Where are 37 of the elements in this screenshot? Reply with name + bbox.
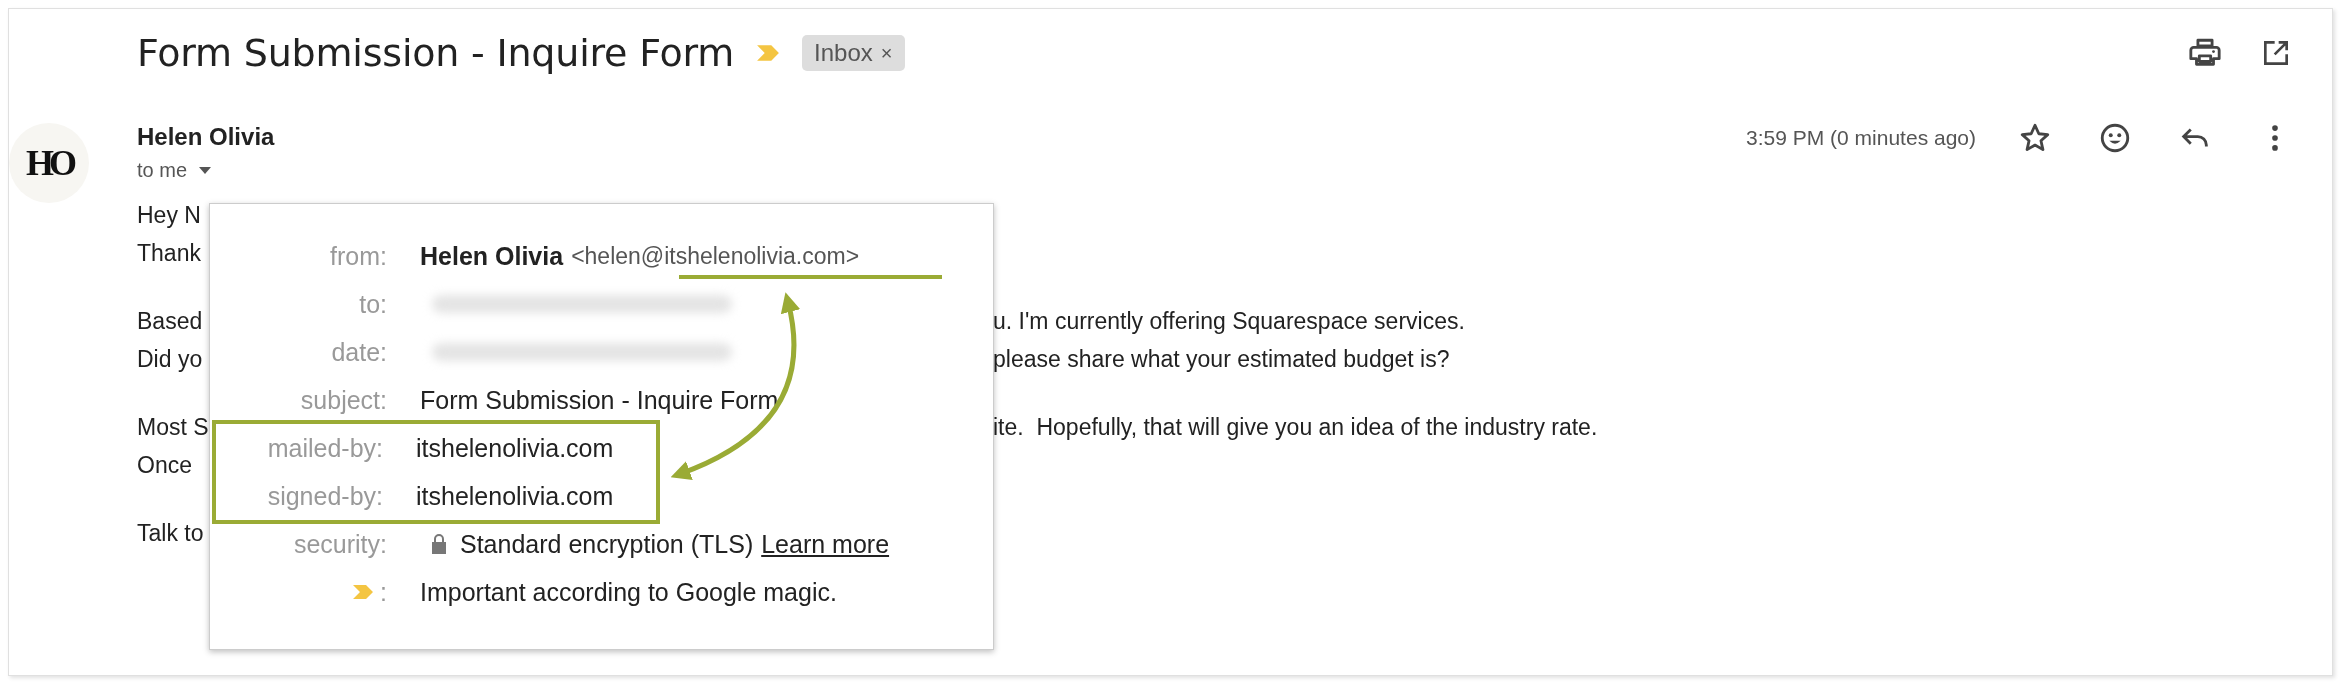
detail-label: : [380, 577, 387, 607]
body-text: Hey N [137, 201, 201, 228]
emoji-icon[interactable] [2098, 121, 2132, 155]
detail-value: itshelenolivia.com [416, 433, 614, 463]
body-text: Thank [137, 239, 201, 266]
body-text: Based [137, 307, 203, 334]
detail-label: mailed-by: [266, 433, 383, 463]
detail-value: Important according to Google magic. [420, 577, 837, 607]
detail-label: subject: [299, 385, 387, 415]
sender-name: Helen Olivia [137, 123, 275, 151]
sender-name: Helen Olivia [420, 241, 564, 271]
sender-avatar: HO [9, 123, 89, 203]
label-text: Inbox [814, 39, 873, 67]
dropdown-caret-icon[interactable] [197, 165, 214, 176]
detail-label: from: [329, 241, 387, 271]
detail-value: Form Submission - Inquire Form [420, 385, 779, 415]
timestamp: 3:59 PM (0 minutes ago) [1746, 126, 1976, 150]
learn-more-link[interactable]: Learn more [761, 529, 890, 559]
body-text: Did yo [137, 345, 203, 372]
body-text: u. I'm currently offering Squarespace services. [993, 307, 1465, 335]
sender-email: <helen@itshelenolivia.com> [571, 242, 860, 270]
body-text: ite. Hopefully, that will give you an idea of the industry rate. [993, 413, 1598, 441]
remove-label-button[interactable]: × [880, 41, 893, 65]
detail-label: signed-by: [266, 481, 383, 511]
recipient-text: to me [137, 159, 188, 182]
detail-label: security: [292, 529, 387, 559]
email-subject: Form Submission - Inquire Form [137, 31, 735, 75]
detail-value: Standard encryption (TLS) [460, 529, 754, 559]
body-text: Once [137, 451, 192, 478]
importance-marker-icon [352, 584, 375, 600]
body-text: please share what your estimated budget is? [993, 345, 1450, 373]
detail-value: itshelenolivia.com [416, 481, 614, 511]
detail-label: to: [358, 289, 387, 319]
detail-label: date: [330, 337, 387, 367]
lock-icon [430, 533, 448, 555]
body-text: Most S [137, 413, 209, 440]
body-text: Talk to [137, 519, 204, 546]
